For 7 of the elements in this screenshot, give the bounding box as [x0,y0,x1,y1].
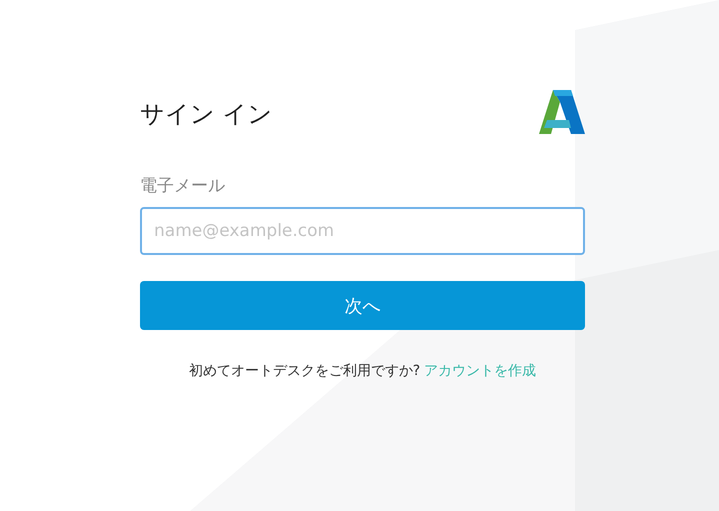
page-title: サイン イン [140,99,273,130]
logo-icon [539,90,585,134]
email-field[interactable]: name@example.com [140,207,585,255]
next-button[interactable]: 次へ [140,281,585,330]
signup-prompt: 初めてオートデスクをご利用ですか? [188,362,420,380]
email-label: 電子メール [140,175,226,197]
create-account-link[interactable]: アカウントを作成 [424,362,536,380]
